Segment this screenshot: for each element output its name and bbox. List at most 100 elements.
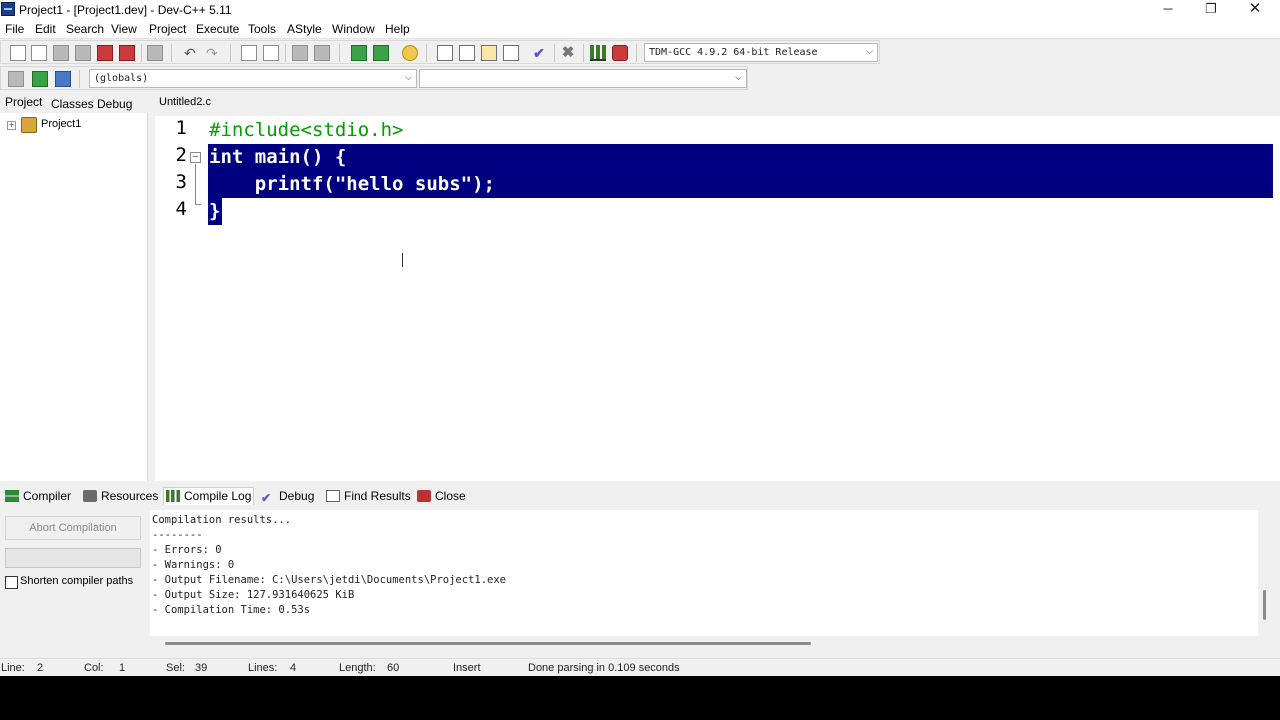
tab-project[interactable]: Project (5, 95, 42, 109)
fold-guide-end (195, 204, 201, 205)
tab-classes[interactable]: Classes (51, 97, 94, 111)
menu-window[interactable]: Window (332, 22, 375, 36)
log-line: - Output Filename: C:\Users\jetdi\Docume… (152, 574, 507, 586)
menu-execute[interactable]: Execute (196, 22, 239, 36)
tab-find-results-label: Find Results (344, 489, 411, 503)
bookmark-icon[interactable] (402, 45, 418, 61)
line-number: 4 (175, 198, 187, 220)
close-window-button[interactable]: ✕ (1232, 0, 1278, 20)
line-gutter: 1 2 3 4 − (155, 116, 205, 481)
close-all-icon[interactable] (119, 45, 135, 61)
compile-controls: Abort Compilation Shorten compiler paths (0, 510, 148, 660)
goto-bookmark-icon[interactable] (55, 71, 71, 87)
redo-icon[interactable]: ↷ (206, 45, 222, 61)
delete-profile-icon[interactable] (612, 45, 628, 61)
menu-help[interactable]: Help (385, 22, 410, 36)
tree-item-project[interactable]: Project1 (41, 118, 81, 130)
line-number: 2 (175, 144, 187, 166)
chart-icon (166, 490, 180, 502)
tab-close-label: Close (435, 489, 466, 503)
tab-compile-log[interactable]: Compile Log (163, 487, 255, 505)
abort-compilation-button[interactable]: Abort Compilation (5, 516, 141, 540)
tab-resources[interactable]: Resources (83, 489, 158, 507)
profile-icon[interactable] (590, 45, 606, 61)
fold-collapse-icon[interactable]: − (190, 152, 201, 163)
code-line: printf("hello subs"); (209, 173, 495, 195)
status-col-label: Col: (84, 662, 104, 674)
tree-expander[interactable]: + (7, 121, 16, 130)
tab-compiler[interactable]: Compiler (5, 489, 71, 507)
open-file-icon[interactable] (31, 45, 47, 61)
menu-file[interactable]: File (5, 22, 24, 36)
function-select[interactable]: ⌵ (419, 69, 747, 88)
menu-tools[interactable]: Tools (248, 22, 276, 36)
save-icon[interactable] (53, 45, 69, 61)
code-line: #include<stdio.h> (209, 119, 404, 141)
indent-icon[interactable] (292, 45, 308, 61)
status-line-label: Line: (1, 662, 25, 674)
status-length-value: 60 (387, 662, 400, 674)
new-file-icon[interactable] (10, 45, 26, 61)
title-bar: Project1 - [Project1.dev] - Dev-C++ 5.11… (0, 0, 1280, 20)
log-line: - Warnings: 0 (152, 559, 235, 571)
status-lines-value: 4 (290, 662, 297, 674)
minimize-button[interactable]: ─ (1145, 0, 1191, 20)
chevron-down-icon: ⌵ (866, 47, 873, 57)
editor-tab-untitled2[interactable]: Untitled2.c (151, 94, 219, 113)
unindent-icon[interactable] (314, 45, 330, 61)
scope-select[interactable]: (globals) ⌵ (89, 69, 417, 88)
chevron-down-icon: ⌵ (405, 73, 412, 83)
tab-close[interactable]: Close (417, 489, 466, 507)
insert-icon[interactable] (8, 71, 24, 87)
menu-project[interactable]: Project (149, 22, 186, 36)
code-line: int main() { (209, 146, 347, 168)
compile-log[interactable]: Compilation results... -------- - Errors… (150, 510, 1258, 636)
compiler-select[interactable]: TDM-GCC 4.9.2 64-bit Release ⌵ (644, 43, 878, 62)
tab-find-results[interactable]: Find Results (326, 489, 411, 507)
menu-edit[interactable]: Edit (35, 22, 56, 36)
goto-icon[interactable] (351, 45, 367, 61)
status-line-value: 2 (37, 662, 44, 674)
stop-icon[interactable]: ✖ (560, 45, 576, 61)
log-horizontal-scrollbar[interactable] (150, 638, 1258, 652)
compile-progress-bar (5, 548, 141, 568)
menu-astyle[interactable]: AStyle (287, 22, 322, 36)
compile-icon[interactable] (437, 45, 453, 61)
line-number: 1 (175, 117, 187, 139)
log-vertical-scrollbar[interactable] (1258, 510, 1276, 638)
syntax-check-icon[interactable]: ✔ (531, 45, 547, 61)
print-icon[interactable] (147, 45, 163, 61)
goto-line-icon[interactable] (373, 45, 389, 61)
rebuild-icon[interactable] (503, 45, 519, 61)
project-tree: + Project1 (0, 113, 148, 481)
window-title: Project1 - [Project1.dev] - Dev-C++ 5.11 (19, 3, 232, 17)
replace-icon[interactable] (263, 45, 279, 61)
menu-view[interactable]: View (111, 22, 137, 36)
status-insert-mode: Insert (453, 662, 481, 674)
line-number: 3 (175, 171, 187, 193)
status-message: Done parsing in 0.109 seconds (528, 662, 680, 674)
status-sel-label: Sel: (166, 662, 185, 674)
toggle-icon[interactable] (32, 71, 48, 87)
scrollbar-thumb[interactable] (165, 642, 811, 645)
find-icon[interactable] (241, 45, 257, 61)
devcpp-app-icon (1, 2, 15, 16)
close-file-icon[interactable] (97, 45, 113, 61)
tab-debug[interactable]: Debug (97, 97, 132, 111)
status-length-label: Length: (339, 662, 376, 674)
menu-bar: File Edit Search View Project Execute To… (0, 20, 1280, 39)
scrollbar-thumb[interactable] (1263, 590, 1266, 620)
tab-compile-log-label: Compile Log (184, 489, 252, 503)
run-icon[interactable] (459, 45, 475, 61)
shorten-paths-label: Shorten compiler paths (20, 575, 134, 587)
code-editor[interactable]: 1 2 3 4 − #include<stdio.h> int main() {… (155, 116, 1280, 481)
bottom-tabs: Compiler Resources Compile Log ✔ Debug Fi… (0, 485, 1280, 509)
save-all-icon[interactable] (75, 45, 91, 61)
shorten-paths-checkbox[interactable] (5, 576, 18, 589)
menu-search[interactable]: Search (66, 22, 104, 36)
maximize-button[interactable]: ❐ (1188, 0, 1234, 20)
scope-select-value: (globals) (94, 73, 149, 84)
undo-icon[interactable]: ↶ (184, 45, 200, 61)
compile-run-icon[interactable] (481, 45, 497, 61)
tab-debug-bottom[interactable]: ✔ Debug (261, 489, 314, 507)
